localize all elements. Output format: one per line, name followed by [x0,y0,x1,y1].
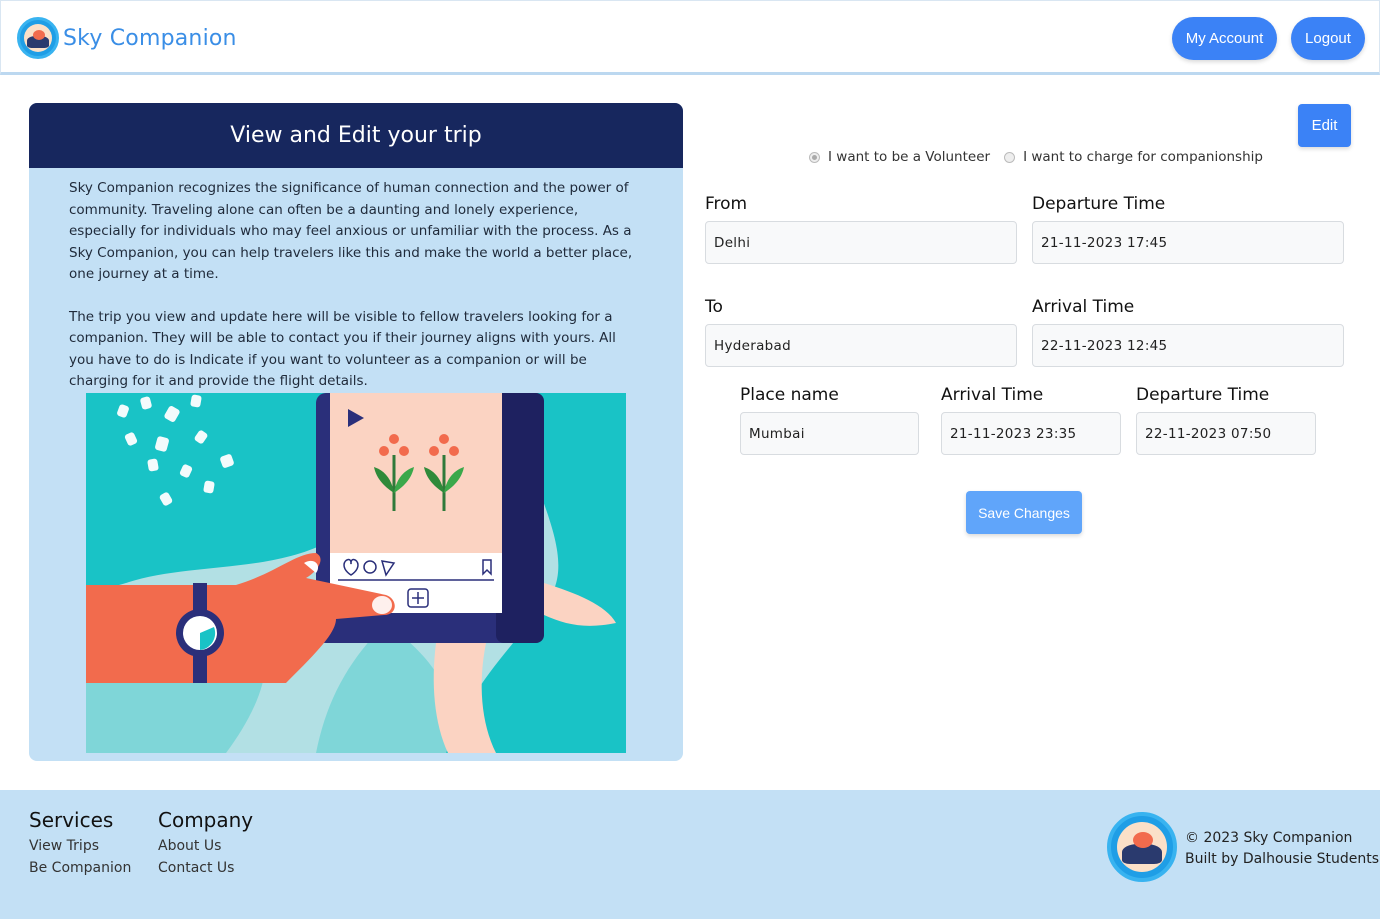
to-input[interactable]: Hyderabad [705,324,1017,367]
arrival-time-label: Arrival Time [1032,297,1135,317]
volunteer-radio-label[interactable]: I want to be a Volunteer [828,149,990,165]
from-label: From [705,194,748,214]
charge-radio-label[interactable]: I want to charge for companionship [1023,149,1263,165]
to-label: To [705,297,723,317]
departure-time-input[interactable]: 21-11-2023 17:45 [1032,221,1344,264]
trip-info-card: View and Edit your trip Sky Companion re… [29,103,683,761]
charge-radio[interactable] [1004,151,1016,163]
from-input[interactable]: Delhi [705,221,1017,264]
companion-type-radio-group: I want to be a Volunteer I want to charg… [809,149,1277,165]
footer: Services View Trips Be Companion Company… [0,790,1380,919]
volunteer-radio[interactable] [809,151,820,163]
description-paragraph: The trip you view and update here will b… [69,308,616,390]
card-title: View and Edit your trip [29,103,683,168]
footer-link-about-us[interactable]: About Us [158,835,253,857]
card-description: Sky Companion recognizes the significanc… [29,168,683,393]
footer-link-be-companion[interactable]: Be Companion [29,857,131,879]
footer-link-view-trips[interactable]: View Trips [29,835,131,857]
built-by-text: Built by Dalhousie Students [1185,851,1380,867]
footer-services: Services View Trips Be Companion [29,808,131,879]
stop-arrival-input[interactable]: 21-11-2023 23:35 [941,412,1121,455]
top-navbar: Sky Companion My Account Logout [0,0,1380,75]
footer-link-contact-us[interactable]: Contact Us [158,857,253,879]
stop-departure-input[interactable]: 22-11-2023 07:50 [1136,412,1316,455]
arrival-time-input[interactable]: 22-11-2023 12:45 [1032,324,1344,367]
brand[interactable]: Sky Companion [17,17,237,59]
departure-time-label: Departure Time [1032,194,1166,214]
footer-company-title: Company [158,808,254,832]
copyright-text: © 2023 Sky Companion [1185,830,1353,846]
social-media-illustration [86,393,626,753]
brand-name: Sky Companion [63,25,237,51]
description-paragraph: Sky Companion recognizes the significanc… [69,180,633,282]
my-account-button[interactable]: My Account [1172,17,1277,60]
footer-copyright: © 2023 Sky Companion Built by Dalhousie … [1185,828,1379,870]
stop-arrival-label: Arrival Time [941,385,1044,405]
stop-departure-label: Departure Time [1136,385,1270,405]
footer-logo-icon [1107,812,1177,882]
sky-companion-logo-icon [17,17,59,59]
logout-button[interactable]: Logout [1291,17,1365,60]
stop-place-label: Place name [740,385,839,405]
save-changes-button[interactable]: Save Changes [966,491,1082,534]
footer-services-title: Services [29,808,114,832]
edit-button[interactable]: Edit [1298,104,1351,147]
footer-company: Company About Us Contact Us [158,808,253,879]
stop-place-input[interactable]: Mumbai [740,412,919,455]
illustration-graphic [86,393,626,753]
